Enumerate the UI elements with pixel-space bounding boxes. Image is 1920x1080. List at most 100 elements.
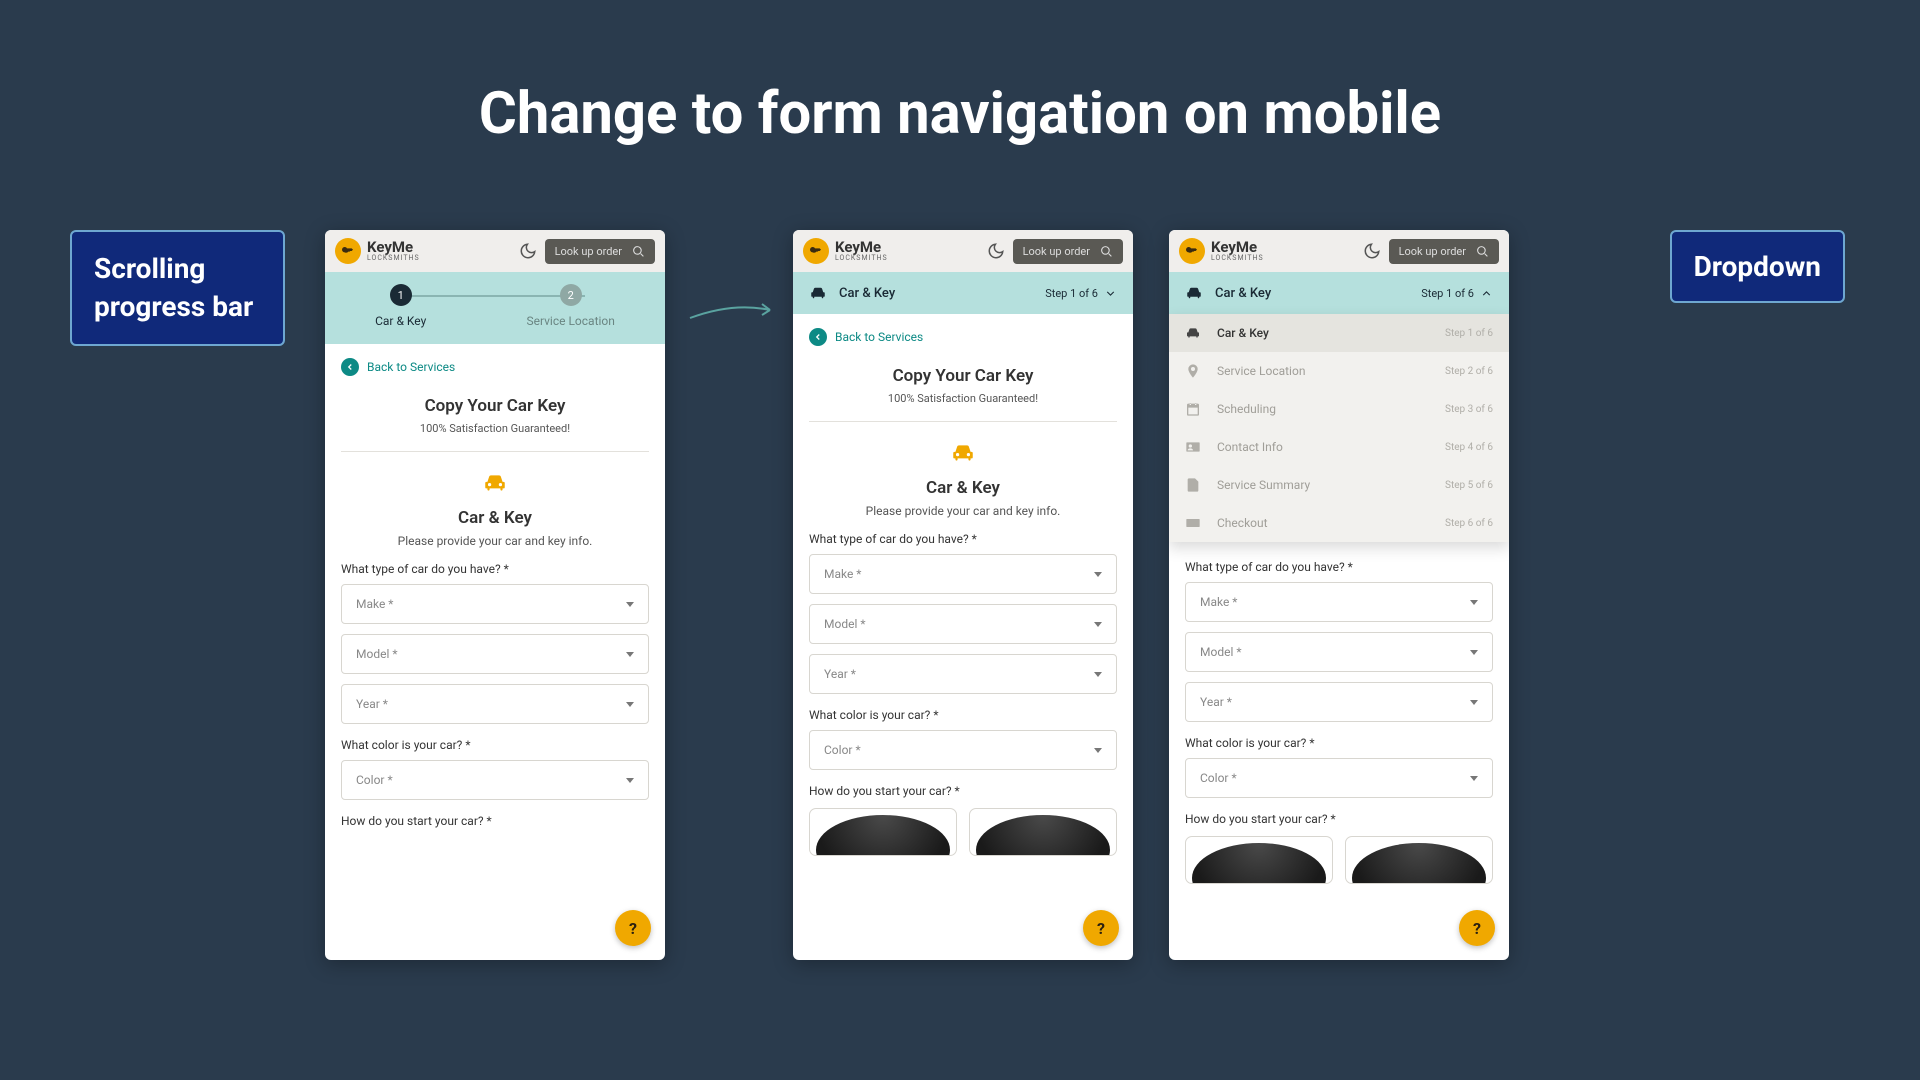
lookup-order-input[interactable]: Look up order xyxy=(1389,239,1499,264)
moon-icon[interactable] xyxy=(1363,242,1381,260)
label-car-color: What color is your car? * xyxy=(809,708,1117,722)
progress-dropdown-toggle[interactable]: Car & Key Step 1 of 6 xyxy=(793,272,1133,314)
make-select[interactable]: Make * xyxy=(1185,582,1493,622)
callout-dropdown: Dropdown xyxy=(1670,230,1845,303)
start-option-card[interactable] xyxy=(1185,836,1333,884)
logo[interactable]: KeyMe LOCKSMITHS xyxy=(1179,238,1355,264)
page-subtitle: 100% Satisfaction Guaranteed! xyxy=(341,422,649,452)
lookup-order-input[interactable]: Look up order xyxy=(1013,239,1123,264)
chevron-up-icon xyxy=(1480,287,1493,300)
moon-icon[interactable] xyxy=(519,242,537,260)
label-car-color: What color is your car? * xyxy=(341,738,649,752)
phone-after-expanded: KeyMe LOCKSMITHS Look up order Car & Key… xyxy=(1169,230,1509,960)
caret-down-icon xyxy=(1094,672,1102,677)
dropdown-item-scheduling[interactable]: Scheduling Step 3 of 6 xyxy=(1169,390,1509,428)
step-number: 1 xyxy=(390,284,412,306)
page-title: Copy Your Car Key xyxy=(809,366,1117,386)
caret-down-icon xyxy=(1094,748,1102,753)
logo[interactable]: KeyMe LOCKSMITHS xyxy=(335,238,511,264)
progress-dropdown-menu: Car & Key Step 1 of 6 Service Location S… xyxy=(1169,314,1509,542)
make-select[interactable]: Make * xyxy=(341,584,649,624)
card-icon xyxy=(1185,515,1201,531)
back-to-services-link[interactable]: Back to Services xyxy=(809,314,1117,360)
caret-down-icon xyxy=(1094,622,1102,627)
label-car-start: How do you start your car? * xyxy=(809,784,1117,798)
logo[interactable]: KeyMe LOCKSMITHS xyxy=(803,238,979,264)
back-to-services-link[interactable]: Back to Services xyxy=(341,344,649,390)
year-select[interactable]: Year * xyxy=(1185,682,1493,722)
car-icon xyxy=(809,440,1117,470)
label-car-start: How do you start your car? * xyxy=(1185,812,1493,826)
phone-after-collapsed: KeyMe LOCKSMITHS Look up order Car & Key… xyxy=(793,230,1133,960)
progress-title: Car & Key xyxy=(839,286,1033,301)
help-button[interactable]: ? xyxy=(615,910,651,946)
help-button[interactable]: ? xyxy=(1459,910,1495,946)
label-car-start: How do you start your car? * xyxy=(341,814,649,828)
make-select[interactable]: Make * xyxy=(809,554,1117,594)
start-option-card[interactable] xyxy=(809,808,957,856)
dropdown-item-service-summary[interactable]: Service Summary Step 5 of 6 xyxy=(1169,466,1509,504)
key-icon xyxy=(1179,238,1205,264)
back-link-text: Back to Services xyxy=(367,360,455,374)
pin-icon xyxy=(1185,363,1201,379)
dropdown-item-service-location[interactable]: Service Location Step 2 of 6 xyxy=(1169,352,1509,390)
car-icon xyxy=(1185,284,1203,302)
caret-down-icon xyxy=(626,702,634,707)
label-car-color: What color is your car? * xyxy=(1185,736,1493,750)
progress-bar: 1 Car & Key 2 Service Location xyxy=(325,272,665,344)
section-title: Car & Key xyxy=(809,478,1117,498)
car-icon xyxy=(809,284,827,302)
caret-down-icon xyxy=(1470,700,1478,705)
dropdown-item-checkout[interactable]: Checkout Step 6 of 6 xyxy=(1169,504,1509,542)
section-subtitle: Please provide your car and key info. xyxy=(341,534,649,548)
app-header: KeyMe LOCKSMITHS Look up order xyxy=(325,230,665,272)
logo-name: KeyMe xyxy=(367,240,420,255)
dropdown-item-car-key[interactable]: Car & Key Step 1 of 6 xyxy=(1169,314,1509,352)
caret-down-icon xyxy=(1470,650,1478,655)
calendar-icon xyxy=(1185,401,1201,417)
color-select[interactable]: Color * xyxy=(341,760,649,800)
color-select[interactable]: Color * xyxy=(809,730,1117,770)
step-label: Service Location xyxy=(526,314,614,328)
search-icon xyxy=(1100,245,1113,258)
year-select[interactable]: Year * xyxy=(809,654,1117,694)
section-subtitle: Please provide your car and key info. xyxy=(809,504,1117,518)
color-select[interactable]: Color * xyxy=(1185,758,1493,798)
model-select[interactable]: Model * xyxy=(1185,632,1493,672)
arrow-icon xyxy=(688,300,778,320)
app-header: KeyMe LOCKSMITHS Look up order xyxy=(793,230,1133,272)
model-select[interactable]: Model * xyxy=(341,634,649,674)
year-select[interactable]: Year * xyxy=(341,684,649,724)
moon-icon[interactable] xyxy=(987,242,1005,260)
progress-step-text: Step 1 of 6 xyxy=(1421,287,1474,300)
caret-down-icon xyxy=(1470,776,1478,781)
progress-step-2[interactable]: 2 Service Location xyxy=(526,284,614,328)
start-option-card[interactable] xyxy=(1345,836,1493,884)
page-title: Copy Your Car Key xyxy=(341,396,649,416)
lookup-placeholder: Look up order xyxy=(555,245,622,258)
lookup-order-input[interactable]: Look up order xyxy=(545,239,655,264)
dropdown-item-contact-info[interactable]: Contact Info Step 4 of 6 xyxy=(1169,428,1509,466)
progress-title: Car & Key xyxy=(1215,286,1409,301)
arrow-left-icon xyxy=(341,358,359,376)
key-icon xyxy=(803,238,829,264)
progress-step-1[interactable]: 1 Car & Key xyxy=(375,284,426,328)
page-subtitle: 100% Satisfaction Guaranteed! xyxy=(809,392,1117,422)
search-icon xyxy=(632,245,645,258)
app-header: KeyMe LOCKSMITHS Look up order xyxy=(1169,230,1509,272)
progress-dropdown-toggle[interactable]: Car & Key Step 1 of 6 xyxy=(1169,272,1509,314)
car-icon xyxy=(1185,325,1201,341)
slide-title: Change to form navigation on mobile xyxy=(0,80,1920,148)
start-option-card[interactable] xyxy=(969,808,1117,856)
contact-icon xyxy=(1185,439,1201,455)
chevron-down-icon xyxy=(1104,287,1117,300)
caret-down-icon xyxy=(1470,600,1478,605)
caret-down-icon xyxy=(626,778,634,783)
model-select[interactable]: Model * xyxy=(809,604,1117,644)
caret-down-icon xyxy=(626,602,634,607)
label-car-type: What type of car do you have? * xyxy=(341,562,649,576)
progress-step-text: Step 1 of 6 xyxy=(1045,287,1098,300)
help-button[interactable]: ? xyxy=(1083,910,1119,946)
car-icon xyxy=(341,470,649,500)
caret-down-icon xyxy=(626,652,634,657)
